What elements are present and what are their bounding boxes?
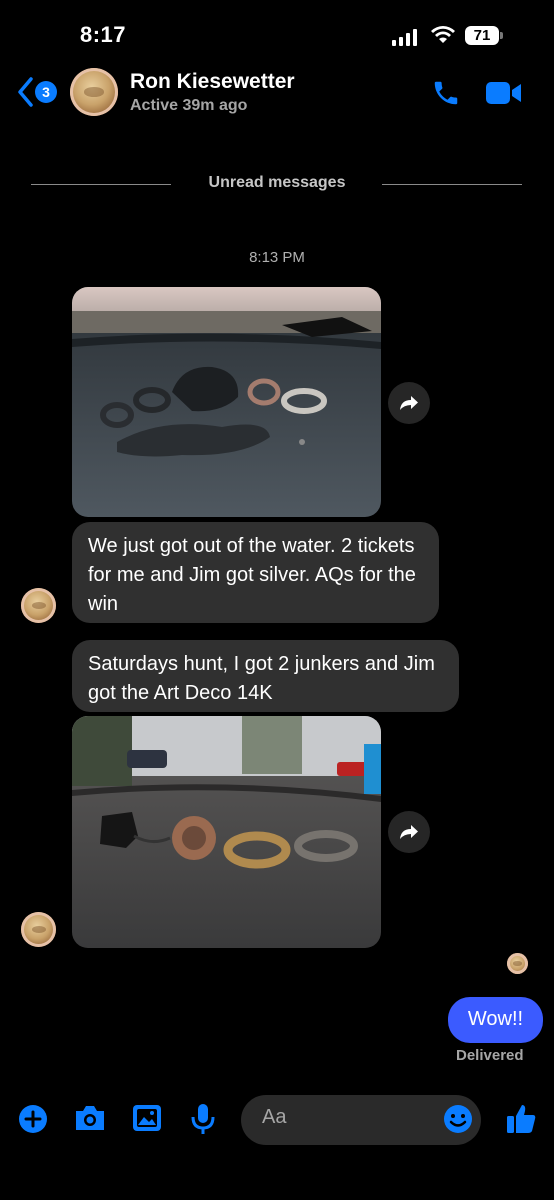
battery-icon: 71 (465, 26, 499, 45)
message-timestamp: 8:13 PM (249, 249, 305, 266)
back-chevron-icon[interactable] (16, 76, 34, 113)
message-bubble[interactable]: We just got out of the water. 2 tickets … (72, 522, 439, 623)
message-bubble[interactable]: Saturdays hunt, I got 2 junkers and Jim … (72, 640, 459, 712)
cellular-signal-icon (392, 28, 417, 46)
status-time: 8:17 (80, 22, 127, 47)
divider-right (382, 184, 522, 185)
camera-icon[interactable] (73, 1104, 107, 1137)
sent-message-bubble[interactable]: Wow!! (448, 997, 543, 1043)
message-input-placeholder: Aa (262, 1106, 287, 1128)
microphone-icon[interactable] (190, 1102, 216, 1141)
sender-avatar[interactable] (21, 912, 56, 947)
sender-avatar[interactable] (21, 588, 56, 623)
unread-count-badge[interactable]: 3 (35, 81, 57, 103)
unread-messages-label: Unread messages (208, 174, 346, 191)
photo-message-rings-dashboard[interactable] (72, 716, 381, 948)
wifi-icon (430, 24, 456, 49)
gallery-icon[interactable] (131, 1103, 163, 1138)
contact-avatar[interactable] (70, 68, 118, 116)
contact-status: Active 39m ago (130, 97, 248, 114)
contact-name[interactable]: Ron Kiesewetter (130, 70, 295, 94)
delivery-status: Delivered (456, 1047, 524, 1064)
battery-nub (500, 32, 503, 39)
share-button[interactable] (388, 811, 430, 853)
plus-icon[interactable] (18, 1104, 48, 1139)
share-button[interactable] (388, 382, 430, 424)
read-receipt-avatar (507, 953, 528, 974)
photo-message-rocks-rings[interactable] (72, 287, 381, 517)
video-call-icon[interactable] (486, 82, 522, 109)
thumbs-up-icon[interactable] (505, 1102, 537, 1141)
phone-call-icon[interactable] (430, 78, 462, 113)
emoji-icon[interactable] (443, 1104, 473, 1139)
